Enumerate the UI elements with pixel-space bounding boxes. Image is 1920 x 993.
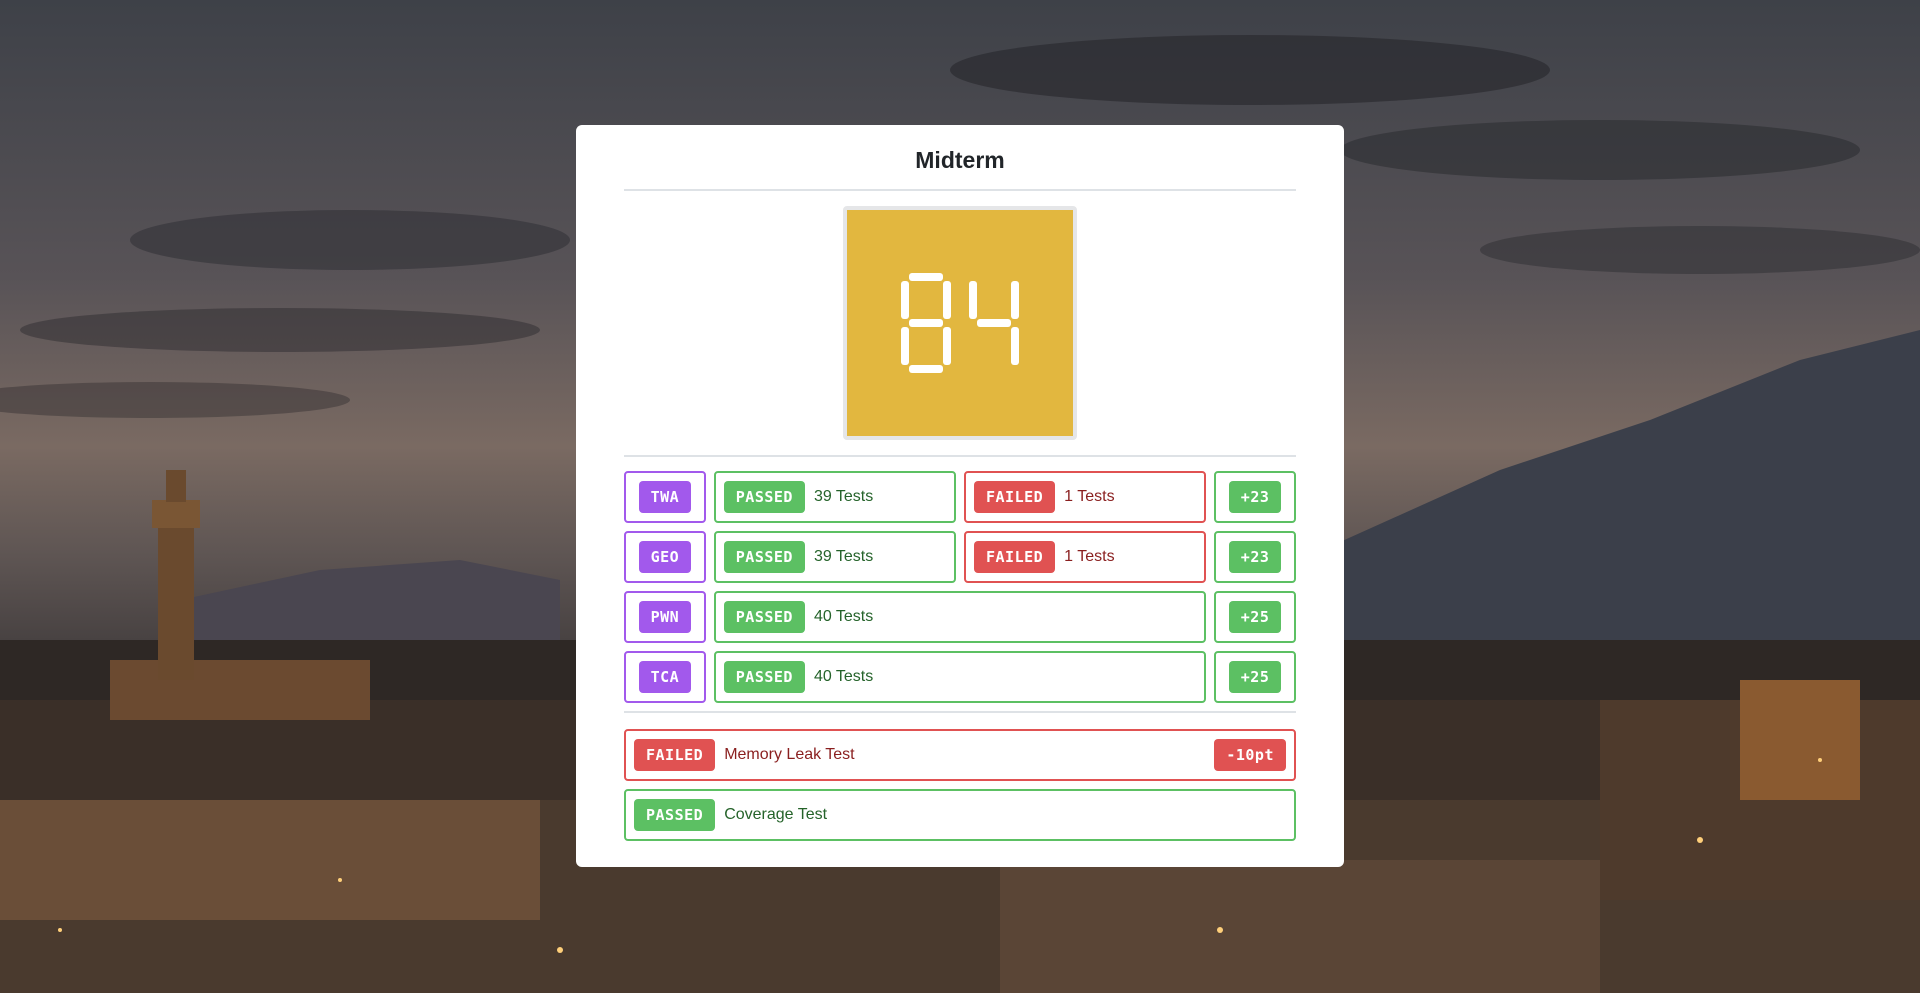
failed-count: 1 Tests (1064, 488, 1115, 505)
module-row-pwn: PWN PASSED 40 Tests +25 (624, 591, 1296, 643)
passed-tests-cell: PASSED 39 Tests (713, 471, 957, 523)
module-points-cell: +25 (1214, 651, 1296, 703)
failed-badge: FAILED (973, 541, 1056, 573)
coverage-test-cell: PASSED Coverage Test (624, 789, 1296, 841)
passed-badge: PASSED (723, 661, 805, 693)
passed-tests-cell: PASSED 40 Tests (713, 651, 1207, 703)
module-code-badge: GEO (638, 541, 692, 573)
score-section (624, 191, 1296, 455)
failed-badge: FAILED (973, 481, 1056, 513)
passed-badge: PASSED (723, 601, 805, 633)
module-code-badge: TWA (638, 481, 692, 513)
score-segment-8-a (909, 273, 943, 281)
extra-test-name: Memory Leak Test (724, 746, 855, 763)
module-code-badge: TCA (638, 661, 692, 693)
passed-badge: PASSED (634, 799, 716, 831)
module-points-badge: +23 (1228, 481, 1282, 513)
score-segment-4-b (1011, 281, 1019, 319)
card-title: Midterm (915, 146, 1005, 173)
failed-badge: FAILED (634, 739, 716, 771)
passed-badge: PASSED (723, 541, 805, 573)
module-code-cell: TWA (624, 471, 706, 523)
extras-divider (624, 711, 1296, 713)
score-segment-8-f (901, 281, 909, 319)
passed-badge: PASSED (723, 481, 805, 513)
module-row-tca: TCA PASSED 40 Tests +25 (624, 651, 1296, 703)
module-row-twa: TWA PASSED 39 Tests FAILED 1 Tests +23 (624, 471, 1296, 523)
score-segment-8-g (909, 319, 943, 327)
score-segment-8-e (901, 327, 909, 365)
score-segment-4-c (1011, 327, 1019, 365)
module-row-geo: GEO PASSED 39 Tests FAILED 1 Tests +23 (624, 531, 1296, 583)
score-segment-4-f (969, 281, 977, 319)
module-points-cell: +25 (1214, 591, 1296, 643)
module-code-cell: PWN (624, 591, 706, 643)
passed-count: 39 Tests (813, 488, 874, 505)
module-results: TWA PASSED 39 Tests FAILED 1 Tests +23 G… (624, 457, 1296, 703)
penalty-badge: -10pt (1214, 739, 1286, 771)
score-segment-4-g (977, 319, 1011, 327)
memory-leak-test-cell: FAILED Memory Leak Test -10pt (624, 729, 1296, 781)
extra-test-memory-leak: FAILED Memory Leak Test -10pt (624, 729, 1296, 781)
failed-tests-cell: FAILED 1 Tests (963, 471, 1207, 523)
passed-count: 39 Tests (813, 548, 874, 565)
passed-tests-cell: PASSED 40 Tests (713, 591, 1207, 643)
module-code-cell: GEO (624, 531, 706, 583)
failed-count: 1 Tests (1064, 548, 1115, 565)
score-segment-8-c (943, 327, 951, 365)
module-points-badge: +23 (1228, 541, 1282, 573)
module-points-cell: +23 (1214, 471, 1296, 523)
module-code-cell: TCA (624, 651, 706, 703)
passed-count: 40 Tests (813, 608, 874, 625)
score-segment-8-d (909, 365, 943, 373)
module-points-cell: +23 (1214, 531, 1296, 583)
passed-count: 40 Tests (813, 668, 874, 685)
extra-test-name: Coverage Test (724, 806, 828, 823)
failed-tests-cell: FAILED 1 Tests (963, 531, 1207, 583)
module-points-badge: +25 (1228, 661, 1282, 693)
module-code-badge: PWN (638, 601, 692, 633)
module-points-badge: +25 (1228, 601, 1282, 633)
seven-segment-score (901, 273, 1019, 373)
score-display (843, 206, 1077, 440)
extra-test-coverage: PASSED Coverage Test (624, 789, 1296, 841)
results-card: Midterm TWA PASSED 39 Tests FAILED 1 Tes… (576, 125, 1344, 867)
passed-tests-cell: PASSED 39 Tests (713, 531, 957, 583)
score-segment-8-b (943, 281, 951, 319)
